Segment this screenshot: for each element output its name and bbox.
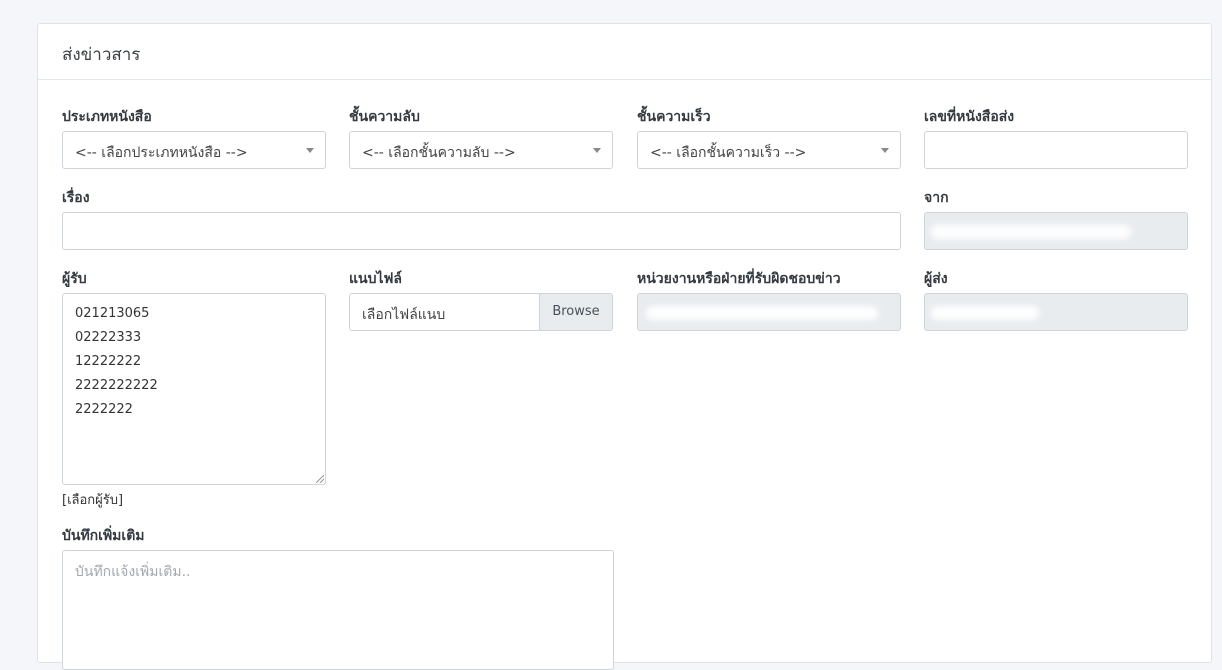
recipients-textarea[interactable]: 021213065 02222333 12222222 2222222222 2… [62, 293, 326, 485]
secrecy-select[interactable]: <-- เลือกชั้นความลับ --> [349, 131, 613, 169]
secrecy-label: ชั้นความลับ [349, 109, 420, 125]
card-header: ส่งข่าวสาร [38, 24, 1211, 80]
attachment-placeholder: เลือกไฟล์แนบ [362, 307, 446, 323]
redacted-value [931, 306, 1039, 320]
note-label: บันทึกเพิ่มเติม [62, 528, 145, 544]
chevron-down-icon [881, 148, 889, 153]
responsible-unit-label: หน่วยงานหรือฝ่ายที่รับผิดชอบข่าว [637, 271, 841, 287]
from-label: จาก [924, 190, 949, 206]
sender-label: ผู้ส่ง [924, 271, 948, 287]
secrecy-selected: <-- เลือกชั้นความลับ --> [362, 145, 516, 161]
list-item: 2222222222 [75, 378, 158, 393]
recipients-list: 021213065 02222333 12222222 2222222222 2… [75, 302, 158, 422]
list-item: 02222333 [75, 330, 142, 345]
attachment-file-input[interactable]: เลือกไฟล์แนบ Browse [349, 293, 613, 331]
responsible-unit-field [637, 293, 901, 331]
resize-handle-icon[interactable] [316, 475, 324, 483]
sender-field [924, 293, 1188, 331]
redacted-value [646, 306, 878, 320]
subject-input[interactable] [62, 212, 901, 250]
note-textarea[interactable]: บันทึกแจ้งเพิ่มเติม.. [62, 550, 614, 670]
from-field [924, 212, 1188, 250]
page-title: ส่งข่าวสาร [62, 45, 141, 65]
urgency-select[interactable]: <-- เลือกชั้นความเร็ว --> [637, 131, 901, 169]
urgency-label: ชั้นความเร็ว [637, 109, 711, 125]
browse-button[interactable]: Browse [539, 294, 612, 330]
subject-label: เรื่อง [62, 190, 90, 206]
chevron-down-icon [593, 148, 601, 153]
redacted-value [931, 225, 1131, 239]
doc-number-input[interactable] [924, 131, 1188, 169]
chevron-down-icon [306, 148, 314, 153]
recipients-label: ผู้รับ [62, 271, 87, 287]
doc-type-selected: <-- เลือกประเภทหนังสือ --> [75, 145, 248, 161]
list-item: 021213065 [75, 306, 150, 321]
urgency-selected: <-- เลือกชั้นความเร็ว --> [650, 145, 807, 161]
attachment-label: แนบไฟล์ [349, 271, 403, 287]
list-item: 2222222 [75, 402, 133, 417]
select-recipients-link[interactable]: [เลือกผู้รับ] [62, 489, 123, 510]
send-news-card: ส่งข่าวสาร ประเภทหนังสือ ชั้นความลับ ชั้… [37, 23, 1212, 670]
doc-number-label: เลขที่หนังสือส่ง [924, 109, 1015, 125]
note-placeholder: บันทึกแจ้งเพิ่มเติม.. [75, 564, 191, 580]
list-item: 12222222 [75, 354, 142, 369]
doc-type-label: ประเภทหนังสือ [62, 109, 152, 125]
doc-type-select[interactable]: <-- เลือกประเภทหนังสือ --> [62, 131, 326, 169]
